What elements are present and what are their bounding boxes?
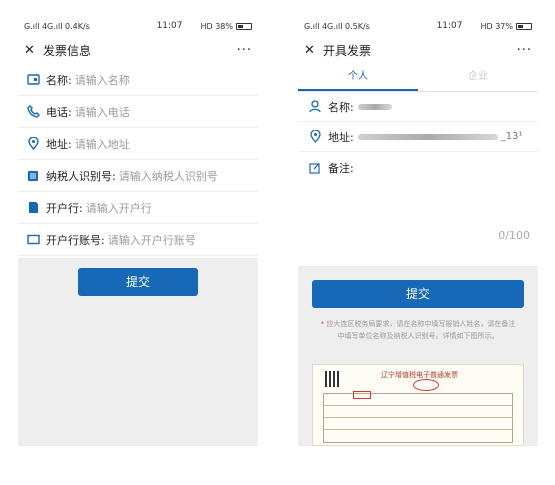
phone-label: 电话:: [46, 105, 72, 119]
bank-placeholder: 请输入开户行: [85, 201, 152, 215]
bank-account-field[interactable]: 开户行账号: 请输入开户行账号: [18, 224, 258, 256]
char-counter: 0/100: [498, 229, 530, 242]
address-label: 地址:: [328, 130, 354, 144]
more-icon[interactable]: ···: [237, 43, 252, 58]
issue-invoice-screen: G.ıll 4G.ıll 0.5K/s 11:07 HD 37% ✕ 开具发票 …: [298, 16, 538, 446]
address-suffix: _13¹: [500, 131, 523, 142]
tab-personal[interactable]: 个人: [298, 64, 418, 91]
sample-invoice-image: 辽宁增值税电子普通发票: [312, 364, 524, 446]
status-time: 11:07: [436, 21, 463, 31]
title-bar: ✕ 开具发票 ···: [298, 36, 538, 64]
status-right: HD 38%: [200, 21, 252, 31]
tax-id-placeholder: 请输入纳税人识别号: [118, 169, 218, 183]
close-icon[interactable]: ✕: [304, 43, 320, 58]
name-label: 名称:: [328, 100, 354, 114]
bank-label: 开户行:: [46, 201, 83, 215]
bank-icon: [26, 201, 40, 215]
person-icon: [308, 100, 322, 114]
battery-icon: [516, 22, 532, 30]
page-title: 开具发票: [323, 43, 372, 58]
bank-account-placeholder: 请输入开户行账号: [107, 233, 196, 247]
address-field[interactable]: 地址: 请输入地址: [18, 128, 258, 160]
status-right-text: HD 38%: [200, 21, 234, 31]
action-area: 提交: [18, 258, 258, 446]
edit-icon: [308, 161, 322, 175]
seal-stamp: [413, 379, 439, 391]
address-placeholder: 请输入地址: [74, 137, 130, 151]
card-icon: [26, 233, 40, 247]
name-label: 名称:: [46, 73, 72, 87]
bank-field[interactable]: 开户行: 请输入开户行: [18, 192, 258, 224]
phone-field[interactable]: 电话: 请输入电话: [18, 96, 258, 128]
phone-placeholder: 请输入电话: [74, 105, 130, 119]
page-title: 发票信息: [43, 43, 92, 58]
signal-status: G.ıll 4G.ıll 0.5K/s: [304, 21, 370, 31]
battery-icon: [236, 22, 252, 30]
invoice-table: [323, 393, 513, 443]
bank-account-label: 开户行账号:: [46, 233, 105, 247]
status-time: 11:07: [156, 21, 183, 31]
invoice-line: [323, 417, 513, 418]
title-bar: ✕ 发票信息 ···: [18, 36, 258, 64]
asterisk: *: [320, 320, 325, 328]
tip-content: 应大连区税务局要求，请在名称中填写报销人姓名，请在备注中填写单位名称及纳税人识别…: [326, 320, 516, 340]
blurred-address: [357, 133, 498, 140]
location-icon: [26, 137, 40, 151]
tax-id-label: 纳税人识别号:: [46, 169, 116, 183]
note-field[interactable]: 备注: 0/100: [298, 152, 538, 248]
tip-text: * 应大连区税务局要求，请在名称中填写报销人姓名，请在备注中填写单位名称及纳税人…: [318, 318, 518, 342]
invoice-type-tabs: 个人 企业: [298, 64, 538, 92]
action-area: 提交 * 应大连区税务局要求，请在名称中填写报销人姓名，请在备注中填写单位名称及…: [298, 266, 538, 446]
location-icon: [308, 130, 322, 144]
address-label: 地址:: [46, 137, 72, 151]
submit-button[interactable]: 提交: [312, 280, 524, 308]
invoice-info-screen: G.ıll 4G.ıll 0.4K/s 11:07 HD 38% ✕ 发票信息 …: [18, 16, 258, 446]
phone-icon: [26, 105, 40, 119]
status-right: HD 37%: [480, 21, 532, 31]
tax-id-field[interactable]: 纳税人识别号: 请输入纳税人识别号: [18, 160, 258, 192]
invoice-title: 辽宁增值税电子普通发票: [381, 371, 458, 379]
name-row[interactable]: 名称:: [298, 92, 538, 122]
qr-code-icon: [325, 371, 341, 387]
submit-button[interactable]: 提交: [78, 268, 198, 296]
highlight-box: [353, 391, 371, 399]
blurred-name: [357, 103, 392, 110]
status-bar: G.ıll 4G.ıll 0.5K/s 11:07 HD 37%: [298, 16, 538, 36]
note-label: 备注:: [328, 162, 354, 175]
id-card-icon: [26, 73, 40, 87]
status-bar: G.ıll 4G.ıll 0.4K/s 11:07 HD 38%: [18, 16, 258, 36]
address-row[interactable]: 地址: _13¹: [298, 122, 538, 152]
close-icon[interactable]: ✕: [24, 43, 40, 58]
signal-status: G.ıll 4G.ıll 0.4K/s: [24, 21, 90, 31]
name-field[interactable]: 名称: 请输入名称: [18, 64, 258, 96]
status-right-text: HD 37%: [480, 21, 514, 31]
document-icon: [26, 169, 40, 183]
name-placeholder: 请输入名称: [74, 73, 130, 87]
invoice-line: [323, 429, 513, 430]
tab-company[interactable]: 企业: [418, 64, 538, 91]
invoice-line: [323, 405, 513, 406]
more-icon[interactable]: ···: [517, 43, 532, 58]
